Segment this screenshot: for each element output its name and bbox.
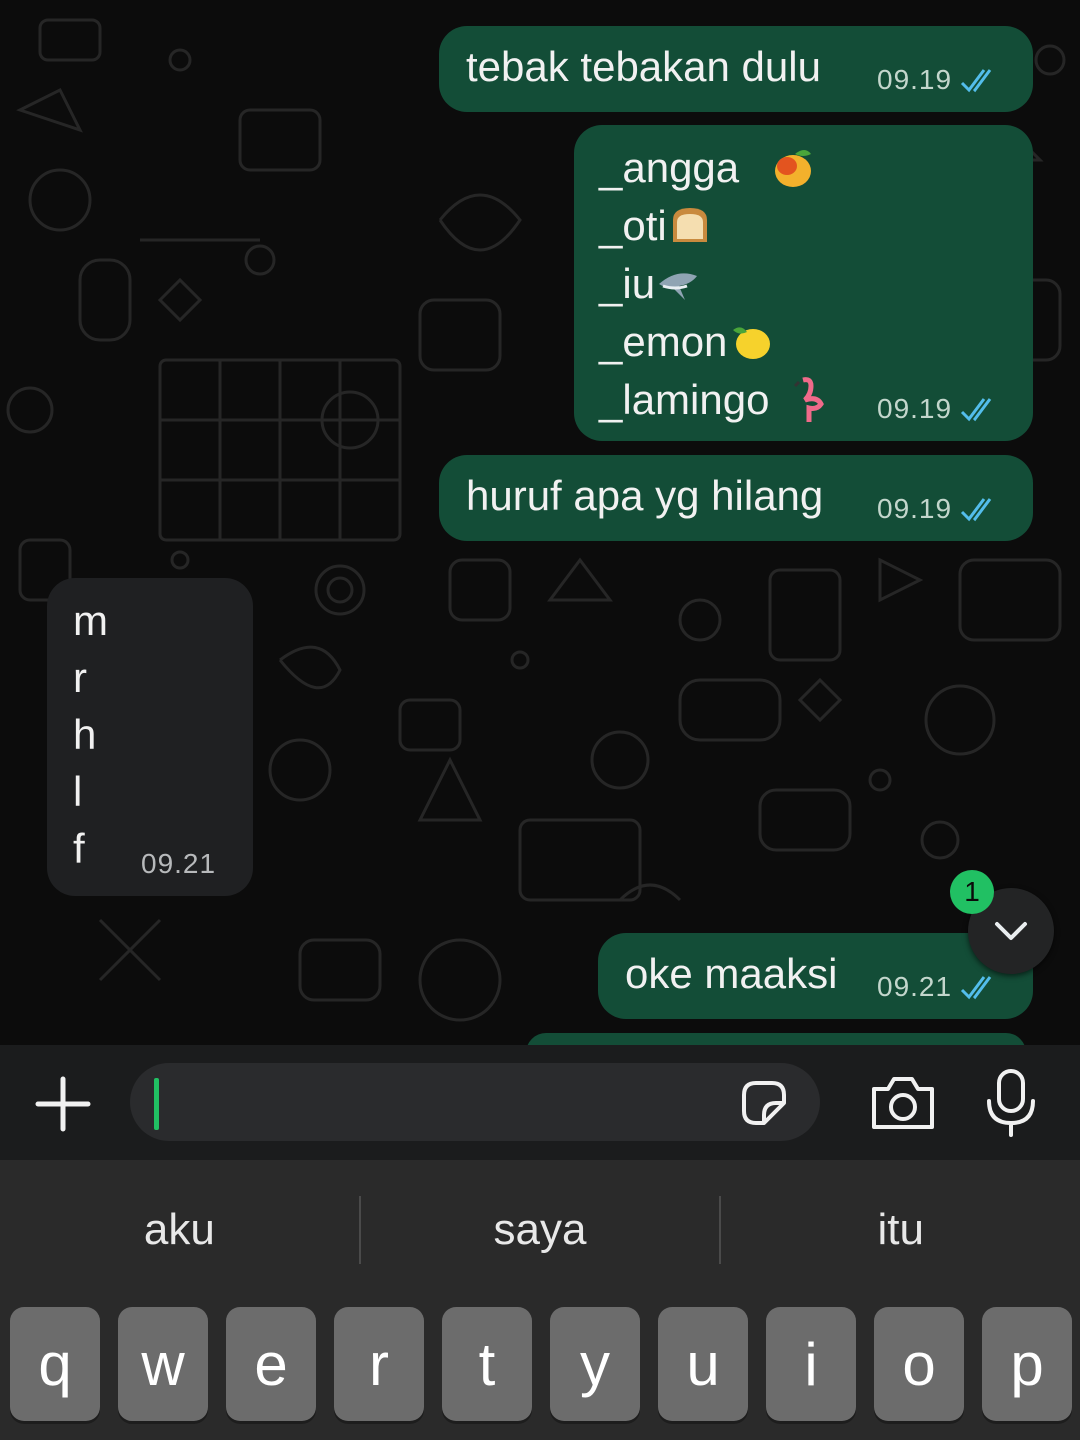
message-text: _oti — [599, 202, 667, 249]
bread-emoji-icon — [672, 208, 707, 242]
key-w[interactable]: w — [118, 1307, 208, 1421]
key-r[interactable]: r — [334, 1307, 424, 1421]
key-o[interactable]: o — [874, 1307, 964, 1421]
outgoing-message-bubble[interactable]: oke maaksi 09.21 — [598, 933, 1033, 1019]
shark-emoji-icon — [659, 273, 698, 300]
message-text: l — [73, 768, 83, 815]
message-line: _emon — [599, 313, 773, 371]
double-check-icon — [961, 498, 992, 522]
suggestion-item[interactable]: itu — [721, 1160, 1080, 1300]
message-meta: 09.21 — [141, 848, 216, 880]
outgoing-message-bubble[interactable]: tebak tebakan dulu 09.19 — [439, 26, 1033, 112]
key-u[interactable]: u — [658, 1307, 748, 1421]
key-y[interactable]: y — [550, 1307, 640, 1421]
message-time: 09.19 — [877, 64, 953, 95]
key-p[interactable]: p — [982, 1307, 1072, 1421]
message-input[interactable] — [130, 1063, 820, 1141]
message-text: _emon — [599, 318, 728, 365]
message-line: _oti — [599, 197, 713, 255]
message-text: f — [73, 825, 85, 872]
suggestion-item[interactable]: aku — [0, 1160, 359, 1300]
double-check-icon — [961, 398, 992, 422]
message-text: _iu — [599, 260, 656, 307]
chevron-down-icon — [995, 922, 1027, 940]
keyboard-suggestions: aku saya itu — [0, 1160, 1080, 1300]
message-text: _lamingo — [599, 376, 770, 423]
key-t[interactable]: t — [442, 1307, 532, 1421]
message-time: 09.21 — [141, 848, 217, 879]
message-meta: 09.19 — [877, 493, 1000, 525]
keyboard-row: q w e r t y u i o p — [10, 1307, 1072, 1427]
message-meta: 09.21 — [877, 971, 1000, 1003]
message-input-bar — [0, 1045, 1080, 1160]
microphone-icon[interactable] — [985, 1067, 1037, 1139]
text-cursor — [154, 1078, 159, 1130]
keyboard: aku saya itu q w e r t y u i o p — [0, 1160, 1080, 1440]
lemon-emoji-icon — [733, 327, 771, 359]
camera-icon[interactable] — [870, 1073, 936, 1133]
message-time: 09.19 — [877, 393, 953, 424]
mango-emoji-icon — [774, 150, 811, 187]
flamingo-emoji-icon — [794, 377, 825, 422]
sticker-icon[interactable] — [736, 1075, 792, 1131]
key-q[interactable]: q — [10, 1307, 100, 1421]
message-text: h — [73, 711, 97, 758]
key-i[interactable]: i — [766, 1307, 856, 1421]
message-text: r — [73, 654, 87, 701]
message-line: _angga — [599, 139, 815, 197]
incoming-message-bubble[interactable]: m r h l f 09.21 — [47, 578, 253, 896]
unread-count-badge: 1 — [950, 870, 994, 914]
message-meta: 09.19 — [877, 64, 1000, 96]
message-line: _lamingo — [599, 371, 835, 429]
message-text: tebak tebakan dulu — [466, 43, 821, 90]
message-text: oke maaksi — [625, 950, 838, 997]
message-text: m — [73, 597, 108, 644]
message-text: _angga — [599, 144, 740, 191]
message-time: 09.19 — [877, 493, 953, 524]
chat-area[interactable]: tebak tebakan dulu 09.19 _angga _oti _iu… — [0, 0, 1080, 1045]
message-meta: 09.19 — [877, 393, 1000, 425]
key-e[interactable]: e — [226, 1307, 316, 1421]
outgoing-message-bubble[interactable]: _angga _oti _iu _emon _lamingo 09.19 — [574, 125, 1033, 441]
double-check-icon — [961, 69, 992, 93]
plus-icon[interactable] — [32, 1073, 94, 1135]
message-time: 09.21 — [877, 971, 953, 1002]
suggestion-item[interactable]: saya — [361, 1160, 720, 1300]
message-line: _iu — [599, 255, 701, 313]
double-check-icon — [961, 976, 992, 1000]
message-text: huruf apa yg hilang — [466, 472, 824, 519]
outgoing-message-bubble[interactable] — [526, 1033, 1026, 1045]
outgoing-message-bubble[interactable]: huruf apa yg hilang 09.19 — [439, 455, 1033, 541]
